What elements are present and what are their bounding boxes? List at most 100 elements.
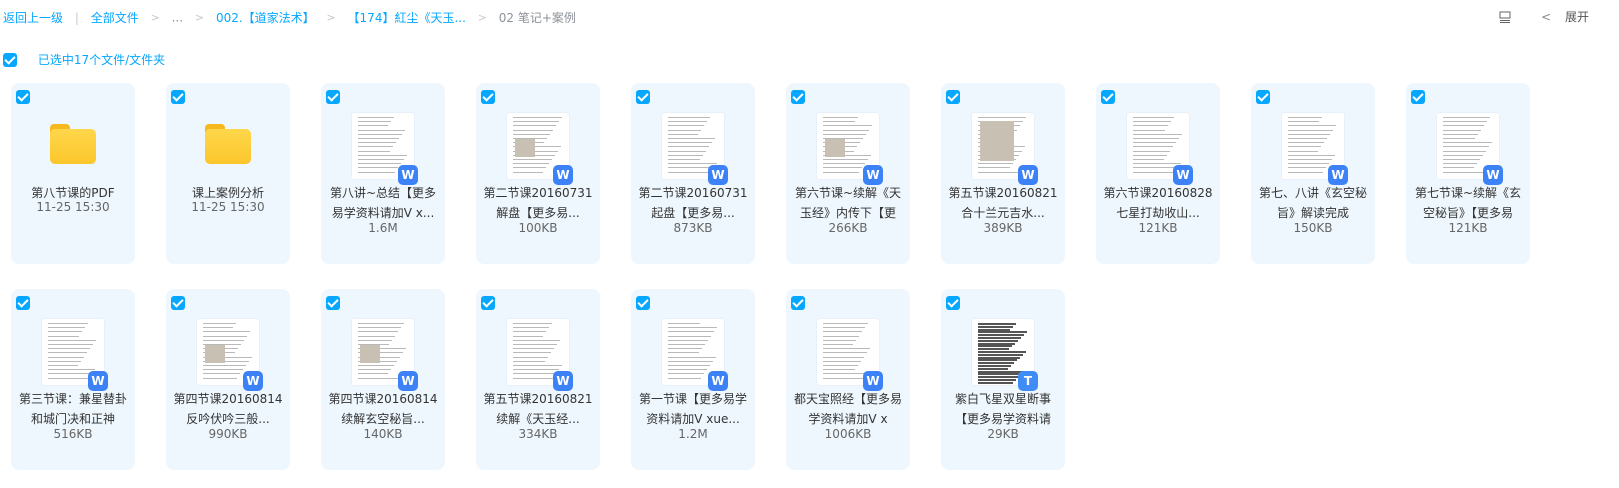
file-card[interactable]: W 第三节课：兼星替卦和城门决和正神 516KB xyxy=(11,289,135,470)
text-file-icon: T xyxy=(1018,371,1038,391)
word-file-icon: W xyxy=(398,371,418,391)
file-name: 都天宝照经【更多易学资料请加V x xyxy=(793,392,902,426)
document-thumbnail: W xyxy=(817,113,883,185)
file-card[interactable]: W 第七、八讲《玄空秘旨》解读完成 150KB xyxy=(1251,83,1375,264)
file-name: 第四节课20160814反吟伏吟三般... xyxy=(173,392,283,426)
file-card[interactable]: W 第五节课20160821合十兰元吉水... 389KB xyxy=(941,83,1065,264)
file-name: 第四节课20160814续解玄空秘旨... xyxy=(328,392,438,426)
file-size: 389KB xyxy=(983,221,1023,235)
document-thumbnail: W xyxy=(352,319,418,391)
file-checkbox[interactable] xyxy=(171,296,185,310)
file-checkbox[interactable] xyxy=(1256,90,1270,104)
file-checkbox[interactable] xyxy=(481,296,495,310)
file-card[interactable]: W 第六节课~续解《天玉经》内传下【更 266KB xyxy=(786,83,910,264)
file-name: 第八讲~总结【更多易学资料请加V x... xyxy=(329,186,437,220)
breadcrumb-arrow: > xyxy=(326,11,336,24)
file-size: 334KB xyxy=(518,427,558,441)
word-file-icon: W xyxy=(1018,165,1038,185)
word-file-icon: W xyxy=(553,165,573,185)
file-checkbox[interactable] xyxy=(16,296,30,310)
file-checkbox[interactable] xyxy=(946,296,960,310)
breadcrumb-arrow: > xyxy=(194,11,205,24)
file-card[interactable]: W 第二节课20160731解盘【更多易... 100KB xyxy=(476,83,600,264)
breadcrumb-folder-daojia[interactable]: 002.【道家法术】 xyxy=(216,11,315,25)
file-checkbox[interactable] xyxy=(791,90,805,104)
document-thumbnail: W xyxy=(507,113,573,185)
breadcrumb-arrow: > xyxy=(150,11,160,24)
document-thumbnail: T xyxy=(972,319,1038,391)
file-card[interactable]: W 都天宝照经【更多易学资料请加V x 1006KB xyxy=(786,289,910,470)
file-checkbox[interactable] xyxy=(1411,90,1425,104)
top-bar: 返回上一级 | 全部文件 > ... > 002.【道家法术】 > 【174】紅… xyxy=(0,0,1619,36)
file-name: 第六节课~续解《天玉经》内传下【更 xyxy=(794,186,902,220)
file-card[interactable]: W 第六节课20160828七星打劫收山... 121KB xyxy=(1096,83,1220,264)
word-file-icon: W xyxy=(863,371,883,391)
word-file-icon: W xyxy=(553,371,573,391)
document-thumbnail: W xyxy=(1127,113,1193,185)
folder-icon xyxy=(50,124,96,164)
file-card[interactable]: W 第四节课20160814续解玄空秘旨... 140KB xyxy=(321,289,445,470)
file-checkbox[interactable] xyxy=(636,296,650,310)
view-tools: < 展开 xyxy=(1499,8,1589,25)
file-size: 266KB xyxy=(828,221,868,235)
file-checkbox[interactable] xyxy=(326,90,340,104)
expand-button[interactable]: 展开 xyxy=(1565,10,1589,24)
document-thumbnail: W xyxy=(817,319,883,391)
file-card[interactable]: W 第一节课【更多易学资料请加V xue... 1.2M xyxy=(631,289,755,470)
file-card[interactable]: T 紫白飞星双星断事【更多易学资料请 29KB xyxy=(941,289,1065,470)
document-thumbnail: W xyxy=(662,113,728,185)
chevron-left-icon[interactable]: < xyxy=(1541,10,1551,24)
file-card[interactable]: W 第七节课~续解《玄空秘旨》【更多易 121KB xyxy=(1406,83,1530,264)
word-file-icon: W xyxy=(708,371,728,391)
breadcrumb-all-files[interactable]: 全部文件 xyxy=(91,11,139,25)
word-file-icon: W xyxy=(398,165,418,185)
document-thumbnail: W xyxy=(197,319,263,391)
word-file-icon: W xyxy=(708,165,728,185)
list-view-icon[interactable] xyxy=(1499,11,1511,23)
file-checkbox[interactable] xyxy=(481,90,495,104)
file-checkbox[interactable] xyxy=(946,90,960,104)
file-card[interactable]: W 第五节课20160821续解《天玉经... 334KB xyxy=(476,289,600,470)
file-card[interactable]: W 第八讲~总结【更多易学资料请加V x... 1.6M xyxy=(321,83,445,264)
file-size: 29KB xyxy=(987,427,1019,441)
file-size: 140KB xyxy=(363,427,403,441)
file-card[interactable]: W 第二节课20160731起盘【更多易... 873KB xyxy=(631,83,755,264)
select-all-checkbox[interactable] xyxy=(3,52,17,67)
file-size: 873KB xyxy=(673,221,713,235)
file-name: 第七节课~续解《玄空秘旨》【更多易 xyxy=(1414,186,1522,220)
file-name: 第二节课20160731起盘【更多易... xyxy=(638,186,748,220)
file-name: 第五节课20160821续解《天玉经... xyxy=(483,392,593,426)
file-size: 516KB xyxy=(53,427,93,441)
document-thumbnail: W xyxy=(352,113,418,185)
file-name: 紫白飞星双星断事【更多易学资料请 xyxy=(954,392,1051,426)
file-checkbox[interactable] xyxy=(1101,90,1115,104)
file-name: 第五节课20160821合十兰元吉水... xyxy=(948,186,1058,220)
file-name: 第一节课【更多易学资料请加V xue... xyxy=(638,392,747,426)
file-card[interactable]: 第八节课的PDF 11-25 15:30 xyxy=(11,83,135,264)
breadcrumb-ellipsis[interactable]: ... xyxy=(172,11,183,25)
document-thumbnail: W xyxy=(507,319,573,391)
word-file-icon: W xyxy=(243,371,263,391)
file-card[interactable]: 课上案例分析 11-25 15:30 xyxy=(166,83,290,264)
file-card[interactable]: W 第四节课20160814反吟伏吟三般... 990KB xyxy=(166,289,290,470)
document-thumbnail: W xyxy=(42,319,108,391)
selection-bar: 已选中17个文件/文件夹 xyxy=(3,51,165,69)
file-size: 150KB xyxy=(1293,221,1333,235)
file-name: 第六节课20160828七星打劫收山... xyxy=(1103,186,1213,220)
file-checkbox[interactable] xyxy=(326,296,340,310)
back-link[interactable]: 返回上一级 xyxy=(3,11,63,25)
breadcrumb-separator: | xyxy=(74,10,79,25)
file-checkbox[interactable] xyxy=(171,90,185,104)
document-thumbnail: W xyxy=(1437,113,1503,185)
breadcrumb-arrow: > xyxy=(477,11,487,24)
file-size: 1.6M xyxy=(368,221,398,235)
file-size: 121KB xyxy=(1138,221,1178,235)
breadcrumb-current: 02 笔记+案例 xyxy=(498,11,576,25)
file-checkbox[interactable] xyxy=(16,90,30,104)
file-checkbox[interactable] xyxy=(791,296,805,310)
breadcrumb-folder-174[interactable]: 【174】紅尘《天玉... xyxy=(348,11,466,25)
file-name: 第七、八讲《玄空秘旨》解读完成 xyxy=(1258,186,1367,220)
file-checkbox[interactable] xyxy=(636,90,650,104)
file-size: 100KB xyxy=(518,221,558,235)
folder-icon xyxy=(205,124,251,164)
